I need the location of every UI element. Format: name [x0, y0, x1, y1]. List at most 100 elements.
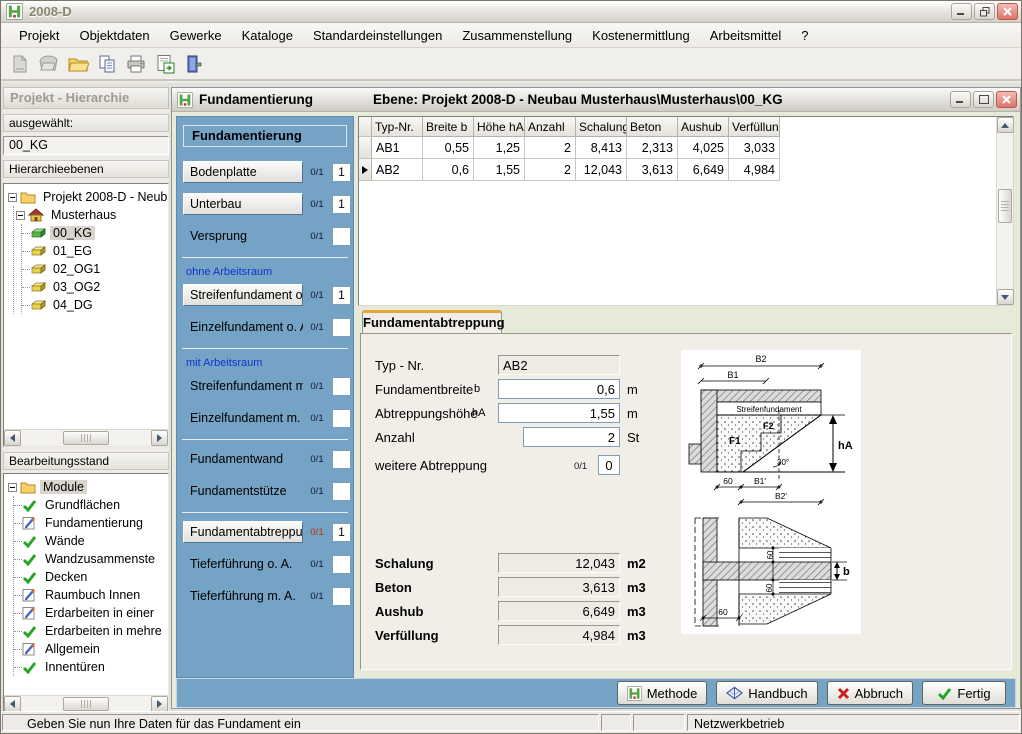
- sidebar-item-streifenfundament-oa[interactable]: Streifenfundament o. A.: [183, 284, 303, 306]
- table-vscrollbar[interactable]: [996, 117, 1013, 305]
- menu-gewerke[interactable]: Gewerke: [160, 24, 232, 47]
- tree-item-project[interactable]: Projekt 2008-D - Neubau: [6, 188, 168, 206]
- module-close-button[interactable]: [996, 91, 1017, 108]
- count-box-tieferfuehrung-ma[interactable]: [332, 587, 351, 606]
- sidebar-item-fundamentstuetze[interactable]: Fundamentstütze: [183, 484, 303, 498]
- count-box-streifenfundament-ma[interactable]: [332, 377, 351, 396]
- scroll-left-button[interactable]: [4, 696, 21, 712]
- module-hscrollbar[interactable]: [4, 695, 168, 712]
- hierarchy-hscrollbar[interactable]: [4, 429, 168, 446]
- collapse-icon[interactable]: [16, 211, 25, 220]
- tree-item-02-og1[interactable]: 02_OG1: [22, 260, 168, 278]
- col-hoehe-ha[interactable]: Höhe hA: [474, 117, 525, 137]
- count-box-streifenfundament-oa[interactable]: 1: [332, 286, 351, 305]
- methode-button[interactable]: Methode: [617, 681, 708, 705]
- folder-open-icon[interactable]: [65, 51, 91, 77]
- module-minimize-button[interactable]: [950, 91, 971, 108]
- open-project-icon[interactable]: [36, 51, 62, 77]
- scroll-thumb[interactable]: [998, 189, 1012, 223]
- table-row-ab1[interactable]: AB1 0,55 1,25 2 8,413 2,313 4,025 3,033: [359, 137, 996, 159]
- sidebar-item-einzelfundament-oa[interactable]: Einzelfundament o. A.: [183, 320, 303, 334]
- abbruch-button[interactable]: Abbruch: [827, 681, 913, 705]
- menu-standardeinstellungen[interactable]: Standardeinstellungen: [303, 24, 452, 47]
- module-item-grundflaechen[interactable]: Grundflächen: [14, 496, 168, 514]
- export-icon[interactable]: [152, 51, 178, 77]
- menu-projekt[interactable]: Projekt: [9, 24, 69, 47]
- menu-kostenermittlung[interactable]: Kostenermittlung: [582, 24, 700, 47]
- col-verfuellung[interactable]: Verfüllung: [729, 117, 780, 137]
- count-box-einzelfundament-ma[interactable]: [332, 409, 351, 428]
- count-box-bodenplatte[interactable]: 1: [332, 163, 351, 182]
- collapse-icon[interactable]: [8, 483, 17, 492]
- menu-zusammenstellung[interactable]: Zusammenstellung: [452, 24, 582, 47]
- count-box-einzelfundament-oa[interactable]: [332, 318, 351, 337]
- count-box-versprung[interactable]: [332, 227, 351, 246]
- menu-arbeitsmittel[interactable]: Arbeitsmittel: [700, 24, 792, 47]
- col-breite-b[interactable]: Breite b: [423, 117, 474, 137]
- sidebar-item-fundamentwand[interactable]: Fundamentwand: [183, 452, 303, 466]
- menu-objektdaten[interactable]: Objektdaten: [69, 24, 159, 47]
- count-box-fundamentstuetze[interactable]: [332, 482, 351, 501]
- row-selector-current[interactable]: [359, 159, 372, 181]
- col-beton[interactable]: Beton: [627, 117, 678, 137]
- col-aushub[interactable]: Aushub: [678, 117, 729, 137]
- abtreppungshoehe-input[interactable]: [498, 403, 620, 423]
- scroll-left-button[interactable]: [4, 430, 21, 446]
- fertig-button[interactable]: Fertig: [922, 681, 1006, 705]
- count-box-fundamentabtreppung[interactable]: 1: [332, 523, 351, 542]
- tree-item-03-og2[interactable]: 03_OG2: [22, 278, 168, 296]
- tree-item-04-dg[interactable]: 04_DG: [22, 296, 168, 314]
- scroll-right-button[interactable]: [151, 430, 168, 446]
- count-box-unterbau[interactable]: 1: [332, 195, 351, 214]
- module-item-waende[interactable]: Wände: [14, 532, 168, 550]
- row-selector[interactable]: [359, 137, 372, 159]
- fundamentbreite-input[interactable]: [498, 379, 620, 399]
- restore-button[interactable]: [974, 3, 995, 20]
- scroll-thumb[interactable]: [63, 431, 109, 445]
- scroll-right-button[interactable]: [151, 696, 168, 712]
- copy-icon[interactable]: [94, 51, 120, 77]
- tree-item-module-root[interactable]: Module: [6, 478, 168, 496]
- minimize-button[interactable]: [951, 3, 972, 20]
- scroll-down-button[interactable]: [997, 289, 1014, 305]
- print-icon[interactable]: [123, 51, 149, 77]
- sidebar-item-tieferfuehrung-ma[interactable]: Tieferführung m. A.: [183, 589, 303, 603]
- module-item-innentueren[interactable]: Innentüren: [14, 658, 168, 676]
- sidebar-item-unterbau[interactable]: Unterbau: [183, 193, 303, 215]
- count-box-fundamentwand[interactable]: [332, 450, 351, 469]
- sidebar-item-tieferfuehrung-oa[interactable]: Tieferführung o. A.: [183, 557, 303, 571]
- handbuch-button[interactable]: Handbuch: [716, 681, 817, 705]
- col-anzahl[interactable]: Anzahl: [525, 117, 576, 137]
- menu-kataloge[interactable]: Kataloge: [232, 24, 303, 47]
- module-item-erdarbeiten-mehre[interactable]: Erdarbeiten in mehre: [14, 622, 168, 640]
- module-item-raumbuch-innen[interactable]: Raumbuch Innen: [14, 586, 168, 604]
- module-item-decken[interactable]: Decken: [14, 568, 168, 586]
- sidebar-item-einzelfundament-ma[interactable]: Einzelfundament m. A.: [183, 411, 303, 425]
- module-item-fundamentierung[interactable]: Fundamentierung: [14, 514, 168, 532]
- col-typ-nr[interactable]: Typ-Nr.: [372, 117, 423, 137]
- count-box-tieferfuehrung-oa[interactable]: [332, 555, 351, 574]
- table-row-ab2-selected[interactable]: AB2 0,6 1,55 2 12,043 3,613 6,649 4,984: [359, 159, 996, 181]
- exit-icon[interactable]: [181, 51, 207, 77]
- tree-item-01-eg[interactable]: 01_EG: [22, 242, 168, 260]
- scroll-up-button[interactable]: [997, 117, 1014, 133]
- sidebar-item-bodenplatte[interactable]: Bodenplatte: [183, 161, 303, 183]
- module-item-wandzusammenstellung[interactable]: Wandzusammenste: [14, 550, 168, 568]
- sidebar-item-versprung[interactable]: Versprung: [183, 229, 303, 243]
- module-maximize-button[interactable]: [973, 91, 994, 108]
- menu-help[interactable]: ?: [791, 24, 818, 47]
- sidebar-item-streifenfundament-ma[interactable]: Streifenfundament m. A.: [183, 379, 303, 393]
- scroll-thumb[interactable]: [63, 697, 109, 711]
- tab-fundamentabtreppung[interactable]: Fundamentabtreppung: [362, 310, 502, 334]
- module-item-allgemein[interactable]: Allgemein: [14, 640, 168, 658]
- module-item-erdarbeiten-einer[interactable]: Erdarbeiten in einer: [14, 604, 168, 622]
- tree-item-00-kg[interactable]: 00_KG: [22, 224, 168, 242]
- weitere-abtreppung-input[interactable]: [598, 455, 620, 475]
- tree-item-musterhaus[interactable]: Musterhaus: [14, 206, 168, 224]
- new-document-icon[interactable]: [7, 51, 33, 77]
- anzahl-input[interactable]: [523, 427, 620, 447]
- close-button[interactable]: [997, 3, 1018, 20]
- collapse-icon[interactable]: [8, 193, 17, 202]
- col-schalung[interactable]: Schalung: [576, 117, 627, 137]
- sidebar-item-fundamentabtreppung[interactable]: Fundamentabtreppung: [183, 521, 303, 543]
